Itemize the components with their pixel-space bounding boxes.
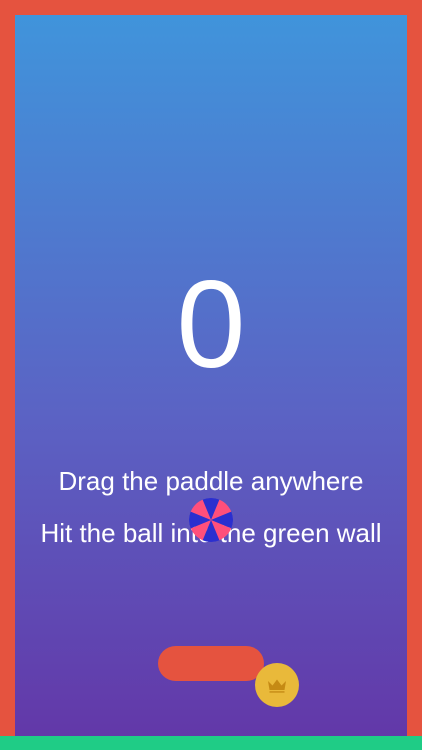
left-wall <box>0 0 15 750</box>
right-wall <box>407 0 422 750</box>
top-wall <box>0 0 422 15</box>
ball-graphic <box>189 498 233 542</box>
instruction-drag-paddle: Drag the paddle anywhere <box>58 466 364 496</box>
game-screen: 0 Drag the paddle anywhere Hit the ball … <box>0 0 422 750</box>
paddle[interactable] <box>158 646 264 681</box>
score-display: 0 <box>176 256 246 394</box>
leaderboard-button[interactable] <box>255 663 299 707</box>
striped-ball-icon <box>189 498 233 542</box>
green-wall <box>0 736 422 750</box>
crown-icon <box>268 679 286 693</box>
